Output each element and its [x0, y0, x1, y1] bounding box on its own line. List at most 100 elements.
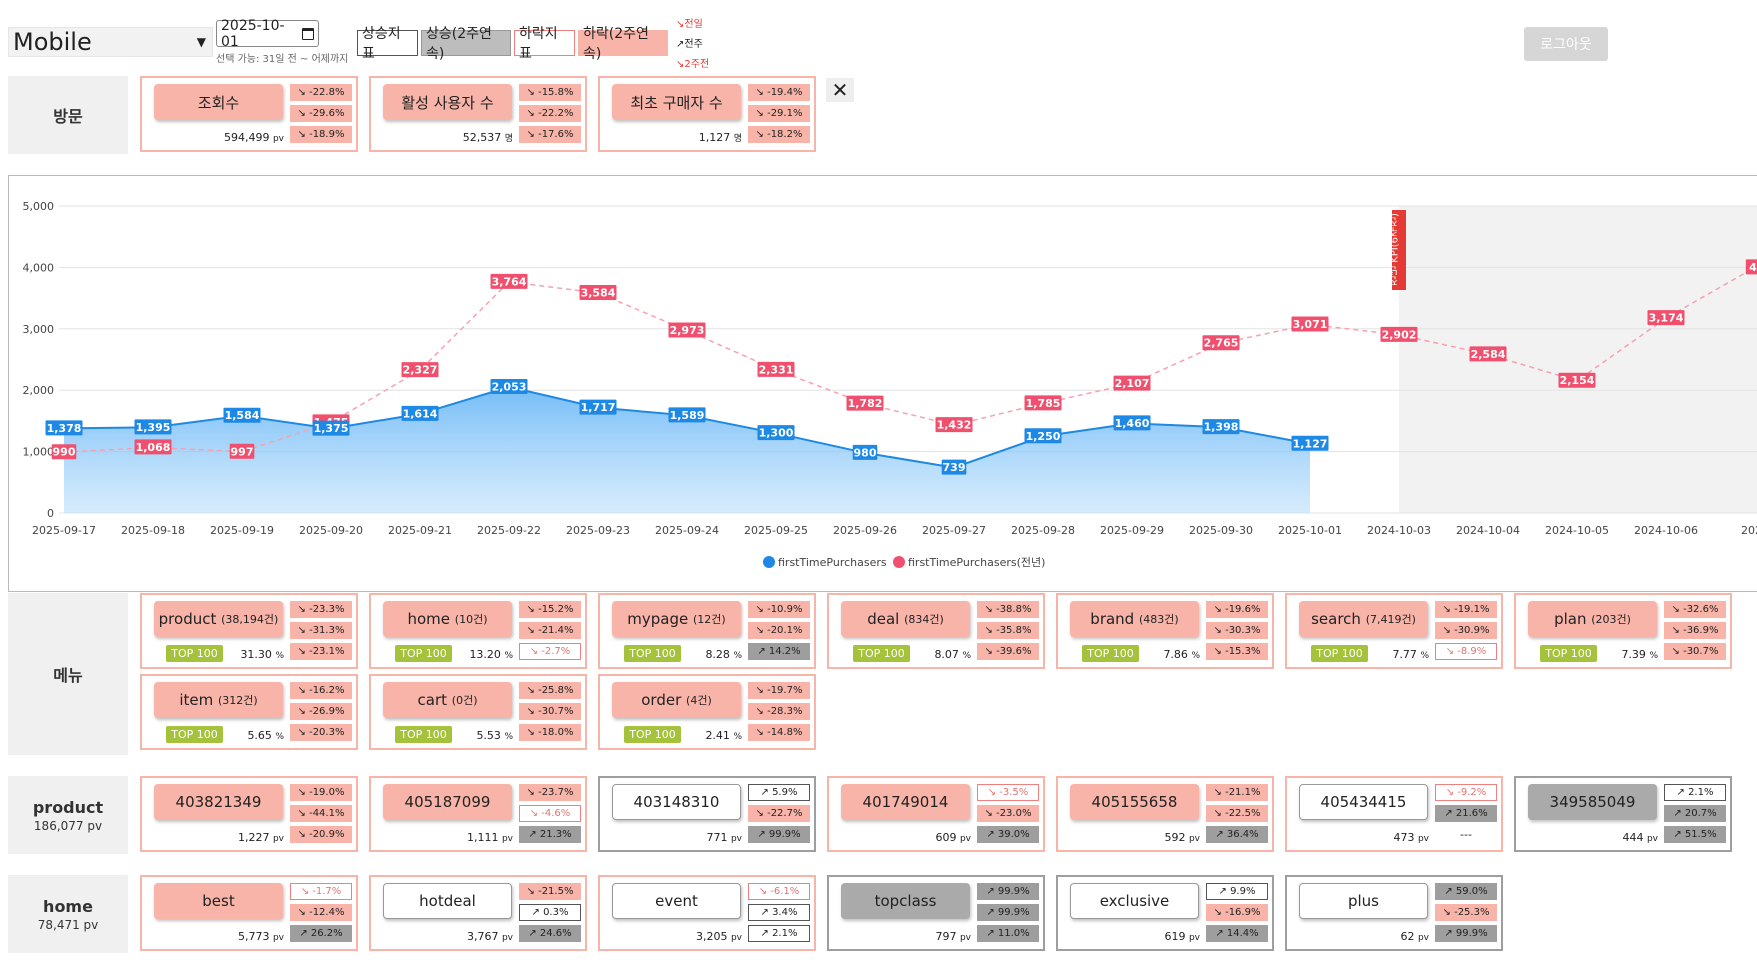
product-card-value: 473 pv	[1393, 831, 1429, 844]
date-input[interactable]: 2025-10-01	[216, 17, 319, 50]
top100-button[interactable]: TOP 100	[166, 726, 223, 743]
change-prev-day: ↘ -15.8%	[519, 84, 581, 101]
prior-year-data-label: 2,973	[670, 324, 705, 337]
product-card[interactable]: 405187099 1,111 pv ↘ -23.7% ↘ -4.6% ↗ 21.3%	[369, 776, 587, 852]
product-card[interactable]: 405434415 473 pv ↘ -9.2% ↗ 21.6% ---	[1285, 776, 1503, 852]
menu-card[interactable]: cart (0건) TOP 100 5.53 % ↘ -25.8% ↘ -30.7% ↘ …	[369, 674, 587, 750]
menu-card[interactable]: brand (483건) TOP 100 7.86 % ↘ -19.6% ↘ -30.3…	[1056, 593, 1274, 669]
section-visit-label: 방문	[53, 107, 83, 126]
menu-card[interactable]: home (10건) TOP 100 13.20 % ↘ -15.2% ↘ -21.4%…	[369, 593, 587, 669]
home-card[interactable]: exclusive 619 pv ↗ 9.9% ↘ -16.9% ↗ 14.4%	[1056, 875, 1274, 951]
product-card-title[interactable]: 403821349	[154, 784, 283, 820]
menu-card-title[interactable]: plan (203건)	[1528, 601, 1657, 637]
product-card-title[interactable]: 349585049	[1528, 784, 1657, 820]
home-card-title[interactable]: hotdeal	[383, 883, 512, 919]
section-menu-label: 메뉴	[53, 666, 83, 685]
change-chips: ↘ -21.5% ↗ 0.3% ↗ 24.6%	[519, 883, 581, 942]
home-card[interactable]: plus 62 pv ↗ 59.0% ↘ -25.3% ↗ 99.9%	[1285, 875, 1503, 951]
change-prev-day: ↘ -6.1%	[748, 883, 810, 900]
menu-card-title[interactable]: search (7,419건)	[1299, 601, 1428, 637]
change-two-weeks: ↗ 24.6%	[519, 925, 581, 942]
home-card-title[interactable]: best	[154, 883, 283, 919]
home-card-title[interactable]: plus	[1299, 883, 1428, 919]
data-label: 1,250	[1026, 430, 1061, 443]
prior-year-data-label: 2,584	[1471, 348, 1506, 361]
home-card-title[interactable]: event	[612, 883, 741, 919]
product-card[interactable]: 403148310 771 pv ↗ 5.9% ↘ -22.7% ↗ 99.9%	[598, 776, 816, 852]
product-card[interactable]: 349585049 444 pv ↗ 2.1% ↗ 20.7% ↗ 51.5%	[1514, 776, 1732, 852]
top100-button[interactable]: TOP 100	[166, 645, 223, 662]
change-prev-week: ↘ -4.6%	[519, 805, 581, 822]
top100-button[interactable]: TOP 100	[395, 645, 452, 662]
menu-card[interactable]: search (7,419건) TOP 100 7.77 % ↘ -19.1% ↘ -3…	[1285, 593, 1503, 669]
menu-card-title[interactable]: product (38,194건)	[154, 601, 283, 637]
home-card[interactable]: topclass 797 pv ↗ 99.9% ↗ 99.9% ↗ 11.0%	[827, 875, 1045, 951]
top100-button[interactable]: TOP 100	[1082, 645, 1139, 662]
product-card[interactable]: 403821349 1,227 pv ↘ -19.0% ↘ -44.1% ↘ -20.9…	[140, 776, 358, 852]
visit-card[interactable]: 조회수 594,499 pv ↘ -22.8% ↘ -29.6% ↘ -18.9%	[140, 76, 358, 152]
prior-year-data-label: 3,764	[492, 275, 527, 288]
product-card-title[interactable]: 403148310	[612, 784, 741, 820]
menu-card[interactable]: product (38,194건) TOP 100 31.30 % ↘ -23.3% ↘…	[140, 593, 358, 669]
y-tick-label: 4,000	[23, 261, 55, 274]
menu-card-title[interactable]: item (312건)	[154, 682, 283, 718]
change-prev-week: ↘ -25.3%	[1435, 904, 1497, 921]
home-card[interactable]: best 5,773 pv ↘ -1.7% ↘ -12.4% ↗ 26.2%	[140, 875, 358, 951]
product-card[interactable]: 401749014 609 pv ↘ -3.5% ↘ -23.0% ↗ 39.0%	[827, 776, 1045, 852]
change-chips: ↘ -19.1% ↘ -30.9% ↘ -8.9%	[1435, 601, 1497, 660]
change-chips: ↘ -23.7% ↘ -4.6% ↗ 21.3%	[519, 784, 581, 843]
home-card-title[interactable]: topclass	[841, 883, 970, 919]
value-unit: %	[1191, 651, 1200, 661]
x-tick-label: 2025-09-21	[388, 524, 452, 537]
menu-card[interactable]: mypage (12건) TOP 100 8.28 % ↘ -10.9% ↘ -20.1…	[598, 593, 816, 669]
top100-button[interactable]: TOP 100	[1311, 645, 1368, 662]
value-unit: pv	[501, 933, 513, 943]
menu-card-title[interactable]: brand (483건)	[1070, 601, 1199, 637]
value-unit: 명	[504, 134, 513, 144]
section-product-pv: 186,077 pv	[33, 818, 103, 833]
change-chips: ↗ 59.0% ↘ -25.3% ↗ 99.9%	[1435, 883, 1497, 942]
menu-card-title[interactable]: cart (0건)	[383, 682, 512, 718]
home-card[interactable]: hotdeal 3,767 pv ↘ -21.5% ↗ 0.3% ↗ 24.6%	[369, 875, 587, 951]
menu-card[interactable]: deal (834건) TOP 100 8.07 % ↘ -38.8% ↘ -35.8%…	[827, 593, 1045, 669]
top100-button[interactable]: TOP 100	[624, 726, 681, 743]
date-input-value: 2025-10-01	[221, 17, 285, 50]
change-two-weeks: ↗ 14.2%	[748, 643, 810, 660]
product-card-title[interactable]: 405155658	[1070, 784, 1199, 820]
menu-card-title[interactable]: home (10건)	[383, 601, 512, 637]
visit-card[interactable]: 최초 구매자 수 1,127 명 ↘ -19.4% ↘ -29.1% ↘ -18.2%	[598, 76, 816, 152]
product-card-title[interactable]: 401749014	[841, 784, 970, 820]
menu-card-title[interactable]: deal (834건)	[841, 601, 970, 637]
product-card[interactable]: 405155658 592 pv ↘ -21.1% ↘ -22.5% ↗ 36.4%	[1056, 776, 1274, 852]
visit-card-title[interactable]: 활성 사용자 수	[383, 84, 512, 120]
visit-card-title[interactable]: 최초 구매자 수	[612, 84, 741, 120]
value-unit: pv	[272, 933, 284, 943]
change-prev-week: ↘ -29.6%	[290, 105, 352, 122]
change-two-weeks: ↘ -23.1%	[290, 643, 352, 660]
menu-card[interactable]: item (312건) TOP 100 5.65 % ↘ -16.2% ↘ -26.9%…	[140, 674, 358, 750]
platform-select[interactable]: Mobile ▼	[8, 27, 213, 57]
value-number: 797	[935, 930, 957, 943]
visit-card-title[interactable]: 조회수	[154, 84, 283, 120]
home-card[interactable]: event 3,205 pv ↘ -6.1% ↗ 3.4% ↗ 2.1%	[598, 875, 816, 951]
change-two-weeks: ---	[1460, 828, 1472, 841]
menu-card[interactable]: plan (203건) TOP 100 7.39 % ↘ -32.6% ↘ -36.9%…	[1514, 593, 1732, 669]
calendar-icon[interactable]	[302, 27, 314, 40]
product-card-title[interactable]: 405434415	[1299, 784, 1428, 820]
change-two-weeks: ↗ 21.3%	[519, 826, 581, 843]
menu-card-title[interactable]: order (4건)	[612, 682, 741, 718]
menu-card[interactable]: order (4건) TOP 100 2.41 % ↘ -19.7% ↘ -28.3% ↘…	[598, 674, 816, 750]
top100-button[interactable]: TOP 100	[624, 645, 681, 662]
close-chart-button[interactable]: ✕	[826, 78, 854, 102]
top100-button[interactable]: TOP 100	[1540, 645, 1597, 662]
change-prev-day: ↘ -15.2%	[519, 601, 581, 618]
visit-card[interactable]: 활성 사용자 수 52,537 명 ↘ -15.8% ↘ -22.2% ↘ -17.6%	[369, 76, 587, 152]
top100-button[interactable]: TOP 100	[395, 726, 452, 743]
value-unit: pv	[959, 933, 971, 943]
logout-button[interactable]: 로그아웃	[1524, 27, 1608, 61]
home-card-title[interactable]: exclusive	[1070, 883, 1199, 919]
product-card-title[interactable]: 405187099	[383, 784, 512, 820]
menu-card-title[interactable]: mypage (12건)	[612, 601, 741, 637]
top100-button[interactable]: TOP 100	[853, 645, 910, 662]
value-number: 473	[1393, 831, 1415, 844]
